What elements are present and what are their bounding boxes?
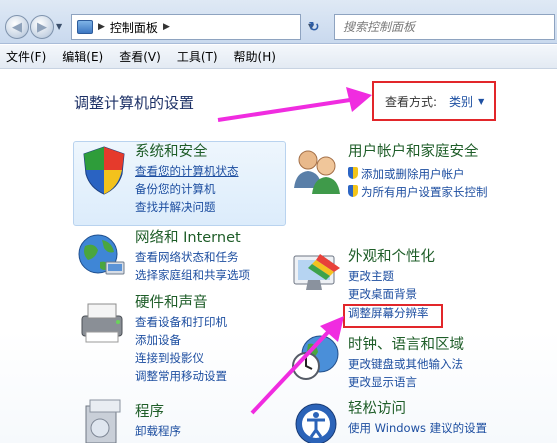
annotation-arrows: [217, 87, 372, 415]
arrow-to-view-by-icon: [217, 98, 351, 122]
arrowhead-icon: [346, 87, 372, 112]
arrow-to-resolution-icon: [250, 328, 332, 415]
